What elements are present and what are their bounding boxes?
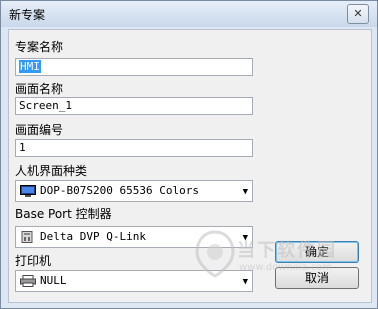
base-port-select[interactable]: Delta DVP Q-Link ▼	[15, 226, 253, 248]
cancel-button[interactable]: 取消	[275, 267, 359, 289]
dropdown-arrow-icon: ▼	[242, 277, 248, 287]
screen-name-label: 画面名称	[15, 82, 64, 96]
printer-icon	[20, 275, 36, 287]
screen-name-input[interactable]: Screen_1	[15, 97, 253, 115]
ok-button[interactable]: 确定	[275, 241, 359, 263]
hmi-type-label: 人机界面种类	[15, 164, 88, 178]
monitor-icon	[20, 185, 36, 197]
close-icon: ✕	[353, 7, 363, 20]
close-button[interactable]: ✕	[347, 4, 369, 24]
plc-icon	[21, 231, 33, 243]
dialog-body: 专案名称 HMI 画面名称 Screen_1 画面编号 1 人机界面种类 DOP…	[8, 29, 372, 303]
title-bar[interactable]: 新专案 ✕	[1, 1, 377, 27]
printer-label: 打印机	[15, 254, 52, 268]
screen-number-label: 画面编号	[15, 123, 64, 137]
printer-select[interactable]: NULL ▼	[15, 270, 253, 292]
hmi-type-select[interactable]: DOP-B07S200 65536 Colors ▼	[15, 180, 253, 202]
screen-number-input[interactable]: 1	[15, 139, 253, 157]
dropdown-arrow-icon: ▼	[242, 233, 248, 243]
new-project-dialog: 新专案 ✕ 专案名称 HMI 画面名称 Screen_1 画面编号 1 人机界面…	[0, 0, 378, 309]
window-title: 新专案	[9, 8, 46, 22]
project-name-input[interactable]: HMI	[15, 58, 253, 76]
dropdown-arrow-icon: ▼	[242, 187, 248, 197]
base-port-label: Base Port 控制器	[15, 207, 112, 221]
project-name-label: 专案名称	[15, 40, 64, 54]
